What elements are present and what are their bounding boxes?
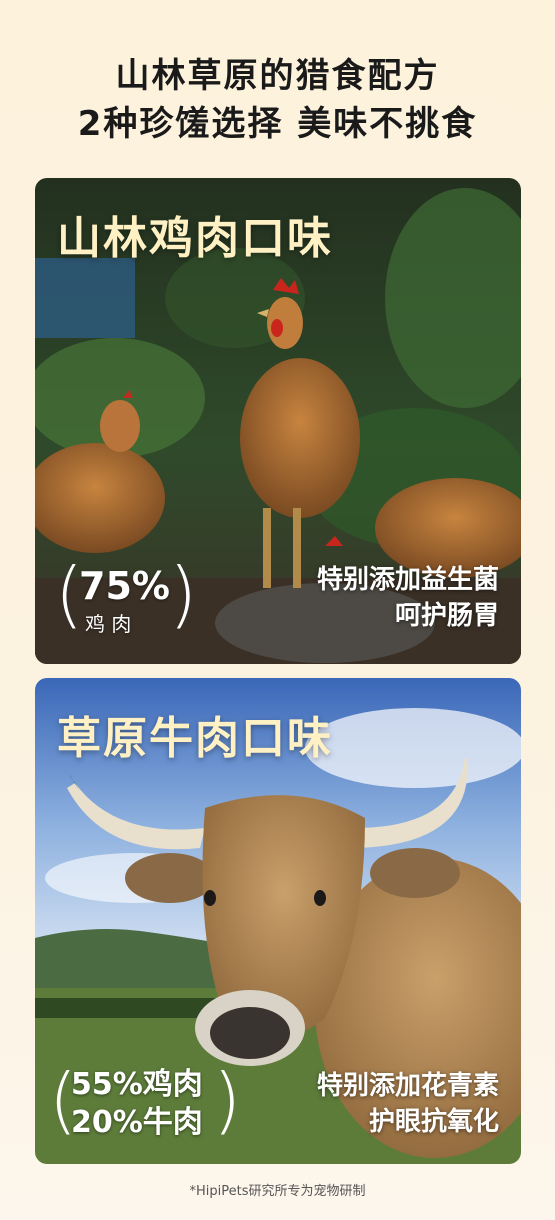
header: 山林草原的猎食配方 2种珍馐选择 美味不挑食 [0, 52, 555, 148]
chicken-benefit: 特别添加益生菌 呵护肠胃 [317, 562, 499, 634]
beef-benefit-line-2: 护眼抗氧化 [368, 1107, 499, 1137]
footnote: *HipiPets研究所专为宠物研制 [189, 1184, 366, 1199]
chicken-benefit-line-2: 呵护肠胃 [394, 601, 499, 631]
beef-content-line-1: 55%鸡肉 [71, 1067, 203, 1102]
beef-flavor-card: 草原牛肉口味 ( 55%鸡肉 20%牛肉 ) 特别添加花青素 护眼抗氧化 [35, 678, 521, 1164]
chicken-benefit-line-1: 特别添加益生菌 [316, 565, 499, 595]
chicken-flavor-card: 山林鸡肉口味 ( 75% 鸡 肉 ) 特别添加益生菌 呵护肠胃 [35, 178, 521, 664]
beef-content: 55%鸡肉 20%牛肉 [71, 1066, 203, 1142]
close-paren-decoration: ) [213, 1058, 242, 1142]
chicken-percent: 75% [79, 564, 170, 608]
beef-benefit: 特别添加花青素 护眼抗氧化 [317, 1068, 499, 1140]
beef-benefit-line-1: 特别添加花青素 [316, 1071, 499, 1101]
beef-content-line-2: 20%牛肉 [71, 1105, 203, 1140]
chicken-percent-label: 鸡 肉 [85, 612, 132, 636]
headline-line-1: 山林草原的猎食配方 [115, 56, 440, 96]
chicken-card-title: 山林鸡肉口味 [57, 213, 333, 264]
headline-line-2: 2种珍馐选择 美味不挑食 [77, 104, 478, 144]
beef-card-title: 草原牛肉口味 [57, 713, 333, 764]
close-paren-decoration: ) [169, 552, 198, 636]
